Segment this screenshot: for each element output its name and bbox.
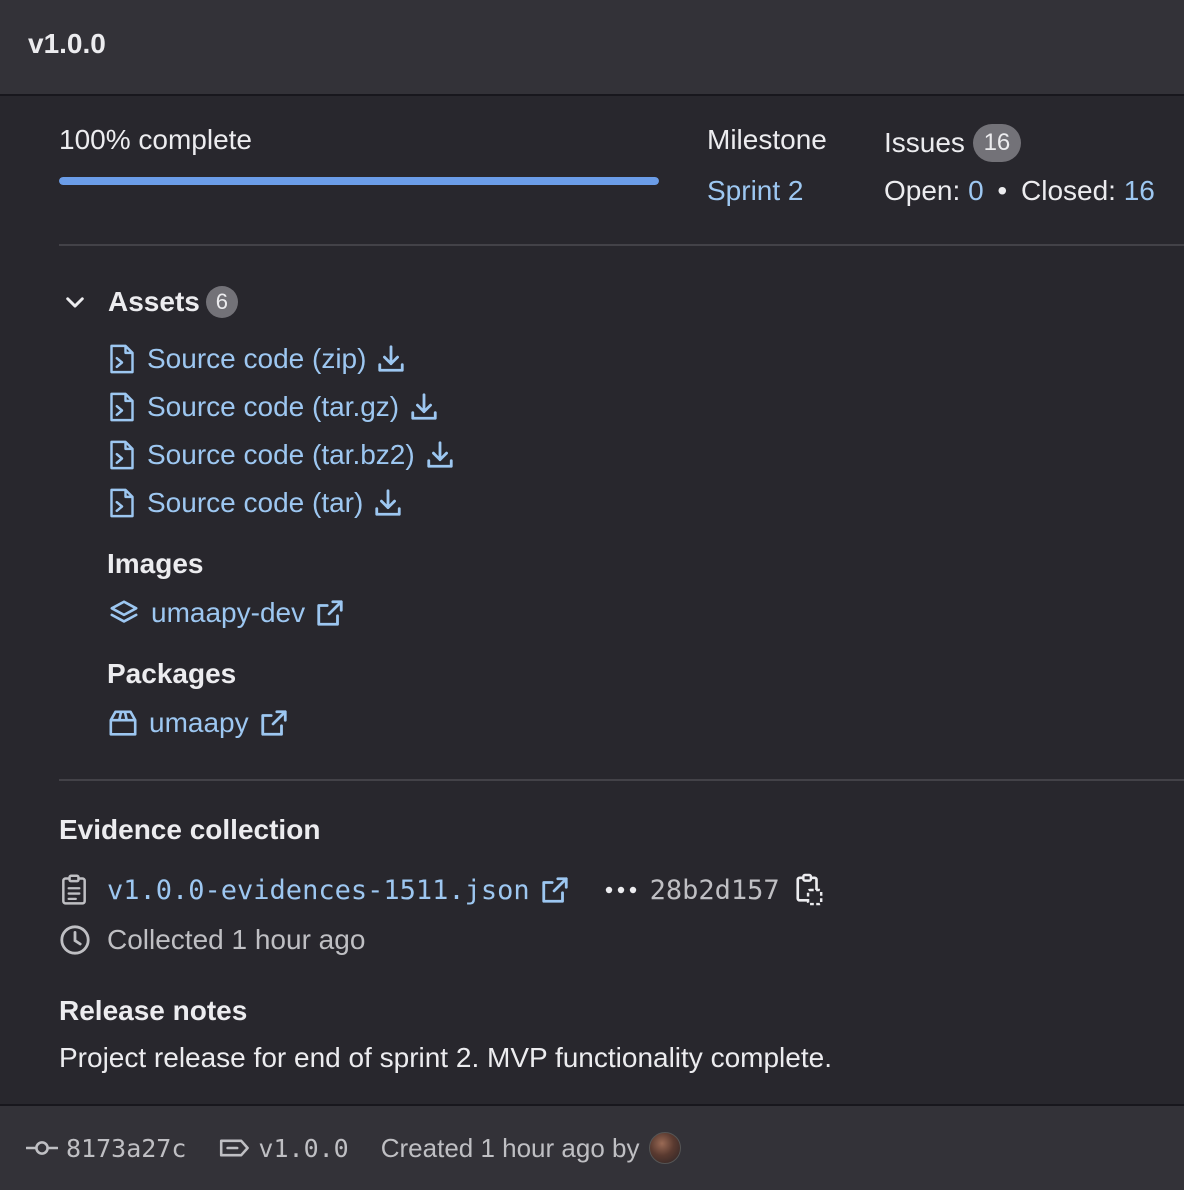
- download-icon: [427, 441, 453, 468]
- source-asset-targz[interactable]: Source code (tar.gz): [108, 391, 439, 423]
- evidence-sha: 28b2d157: [649, 874, 780, 906]
- images-heading: Images: [107, 548, 204, 579]
- created-text: Created 1 hour ago by: [380, 1132, 640, 1163]
- image-asset-label[interactable]: umaapy-dev: [151, 597, 305, 629]
- separator-dot: •: [997, 175, 1008, 206]
- assets-toggle[interactable]: Assets 6: [62, 286, 238, 318]
- source-asset-tarbz2[interactable]: Source code (tar.bz2): [108, 439, 455, 471]
- assets-count-badge: 6: [205, 286, 238, 318]
- commit-icon: [26, 1141, 58, 1155]
- ellipsis-icon: [605, 886, 636, 894]
- open-label: Open:: [884, 175, 961, 206]
- assets-heading: Assets: [108, 286, 200, 317]
- source-asset-label[interactable]: Source code (zip): [147, 343, 366, 375]
- progress-fill: [59, 177, 659, 185]
- layers-icon: [110, 600, 138, 623]
- packages-heading: Packages: [107, 658, 237, 689]
- doc-code-icon: [110, 344, 134, 374]
- issues-count-badge: 16: [972, 124, 1021, 162]
- release-notes-text: Project release for end of sprint 2. MVP…: [59, 1042, 832, 1073]
- collected-text: Collected 1 hour ago: [107, 924, 366, 955]
- package-asset-label[interactable]: umaapy: [149, 707, 249, 739]
- external-link-icon: [317, 600, 343, 626]
- source-asset-tar[interactable]: Source code (tar): [108, 487, 403, 519]
- doc-code-icon: [110, 392, 134, 422]
- source-asset-zip[interactable]: Source code (zip): [108, 343, 406, 375]
- download-icon: [411, 393, 437, 420]
- external-link-icon: [260, 710, 287, 736]
- external-link-icon[interactable]: [540, 875, 570, 905]
- issues-label: Issues: [884, 127, 965, 158]
- issues-counts: Open: 0 • Closed: 16: [884, 175, 1155, 207]
- tag-icon: [220, 1139, 250, 1157]
- open-issues-link[interactable]: 0: [968, 175, 984, 206]
- milestone-heading: Milestone: [707, 124, 827, 155]
- issues-heading: Issues 16: [884, 124, 1021, 162]
- evidence-collected: Collected 1 hour ago: [59, 924, 365, 956]
- divider: [59, 779, 1184, 781]
- doc-code-icon: [110, 488, 134, 518]
- copy-sha-icon[interactable]: [794, 873, 824, 907]
- evidence-item: v1.0.0-evidences-1511.json 28b2d157: [59, 872, 824, 908]
- evidence-heading: Evidence collection: [59, 814, 321, 845]
- clock-icon: [60, 925, 90, 955]
- divider: [59, 244, 1184, 246]
- download-icon: [375, 489, 401, 516]
- release-notes-heading: Release notes: [59, 995, 248, 1026]
- tag-link[interactable]: v1.0.0: [258, 1134, 348, 1163]
- milestone-link[interactable]: Sprint 2: [707, 175, 804, 207]
- source-asset-label[interactable]: Source code (tar.bz2): [147, 439, 415, 471]
- avatar[interactable]: [649, 1132, 682, 1164]
- release-body: 100% complete Milestone Sprint 2 Issues …: [0, 96, 1184, 1104]
- download-icon: [378, 345, 405, 372]
- closed-label: Closed:: [1021, 175, 1116, 206]
- release-title[interactable]: v1.0.0: [28, 28, 106, 60]
- package-icon: [109, 710, 137, 736]
- doc-code-icon: [110, 440, 134, 470]
- closed-issues-link[interactable]: 16: [1124, 175, 1155, 206]
- commit-link[interactable]: 8173a27c: [66, 1134, 186, 1163]
- source-asset-label[interactable]: Source code (tar.gz): [147, 391, 399, 423]
- package-asset[interactable]: umaapy: [108, 707, 289, 739]
- image-asset[interactable]: umaapy-dev: [108, 597, 345, 629]
- progress-bar: [59, 177, 659, 185]
- release-header: v1.0.0: [0, 0, 1184, 96]
- evidence-file-link[interactable]: v1.0.0-evidences-1511.json: [107, 875, 530, 906]
- clipboard-icon: [62, 874, 86, 905]
- release-footer: 8173a27c v1.0.0 Created 1 hour ago by: [0, 1104, 1184, 1190]
- chevron-down-icon: [66, 297, 84, 308]
- progress-label: 100% complete: [59, 124, 253, 155]
- source-asset-label[interactable]: Source code (tar): [147, 487, 363, 519]
